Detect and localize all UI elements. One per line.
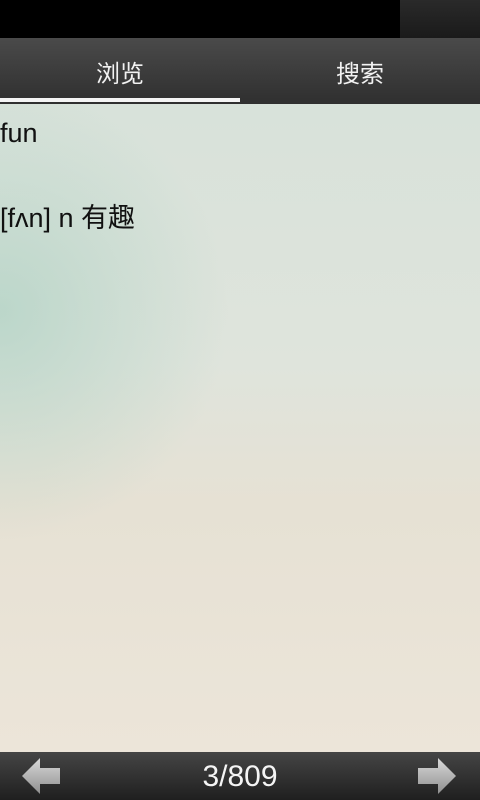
arrow-right-icon <box>418 758 456 794</box>
screen: 浏览 搜索 fun [fʌn] n 有趣 3/809 <box>0 0 480 800</box>
status-indicators <box>400 0 480 38</box>
status-bar <box>0 0 480 38</box>
tab-search[interactable]: 搜索 <box>240 38 480 104</box>
entry-content: fun [fʌn] n 有趣 <box>0 104 480 752</box>
pager-bar: 3/809 <box>0 752 480 800</box>
tab-bar: 浏览 搜索 <box>0 38 480 104</box>
tab-browse[interactable]: 浏览 <box>0 38 240 104</box>
tab-browse-label: 浏览 <box>96 59 144 88</box>
next-button[interactable] <box>414 756 458 796</box>
entry-definition: [fʌn] n 有趣 <box>0 203 136 233</box>
entry-word: fun <box>0 118 38 148</box>
tab-search-label: 搜索 <box>336 59 384 88</box>
page-indicator: 3/809 <box>202 760 278 793</box>
